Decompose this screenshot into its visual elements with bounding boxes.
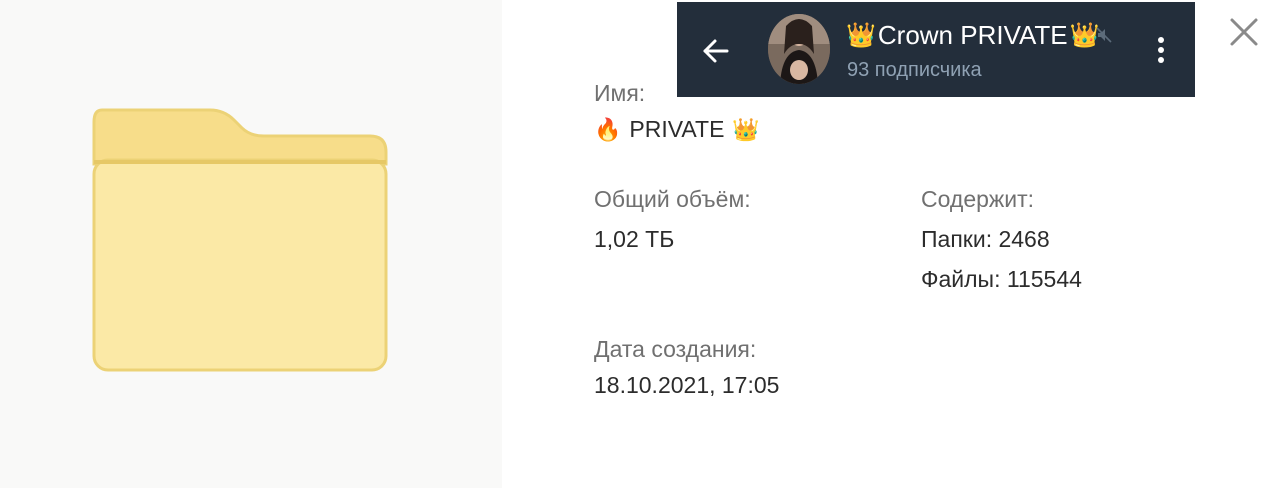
channel-title: 👑 Crown PRIVATE 👑 <box>846 20 1100 51</box>
channel-avatar[interactable] <box>768 14 830 84</box>
name-value: PRIVATE <box>629 116 725 142</box>
files-count: Файлы: 115544 <box>921 266 1082 292</box>
contains-label: Содержит: <box>921 186 1035 212</box>
back-arrow-icon[interactable] <box>699 34 733 68</box>
flame-icon: 🔥 <box>594 116 622 142</box>
crown-icon: 👑 <box>846 22 876 49</box>
subscriber-count: 93 подписчика <box>847 59 982 81</box>
mute-icon <box>1096 27 1112 43</box>
created-label: Дата создания: <box>594 336 757 362</box>
close-icon[interactable] <box>1224 12 1264 52</box>
folder-icon <box>92 108 388 372</box>
name-label: Имя: <box>594 80 646 106</box>
crown-icon: 👑 <box>732 116 760 142</box>
size-label: Общий объём: <box>594 186 751 212</box>
created-value: 18.10.2021, 17:05 <box>594 372 780 398</box>
channel-title-text: Crown PRIVATE <box>877 20 1068 50</box>
channel-header: 👑 Crown PRIVATE 👑 93 подписчика <box>677 2 1195 97</box>
folders-count: Папки: 2468 <box>921 226 1050 252</box>
more-options-icon[interactable] <box>1151 34 1171 66</box>
size-value: 1,02 ТБ <box>594 226 675 252</box>
name-value-row: 🔥 PRIVATE 👑 <box>594 116 760 143</box>
preview-pane <box>0 0 502 488</box>
